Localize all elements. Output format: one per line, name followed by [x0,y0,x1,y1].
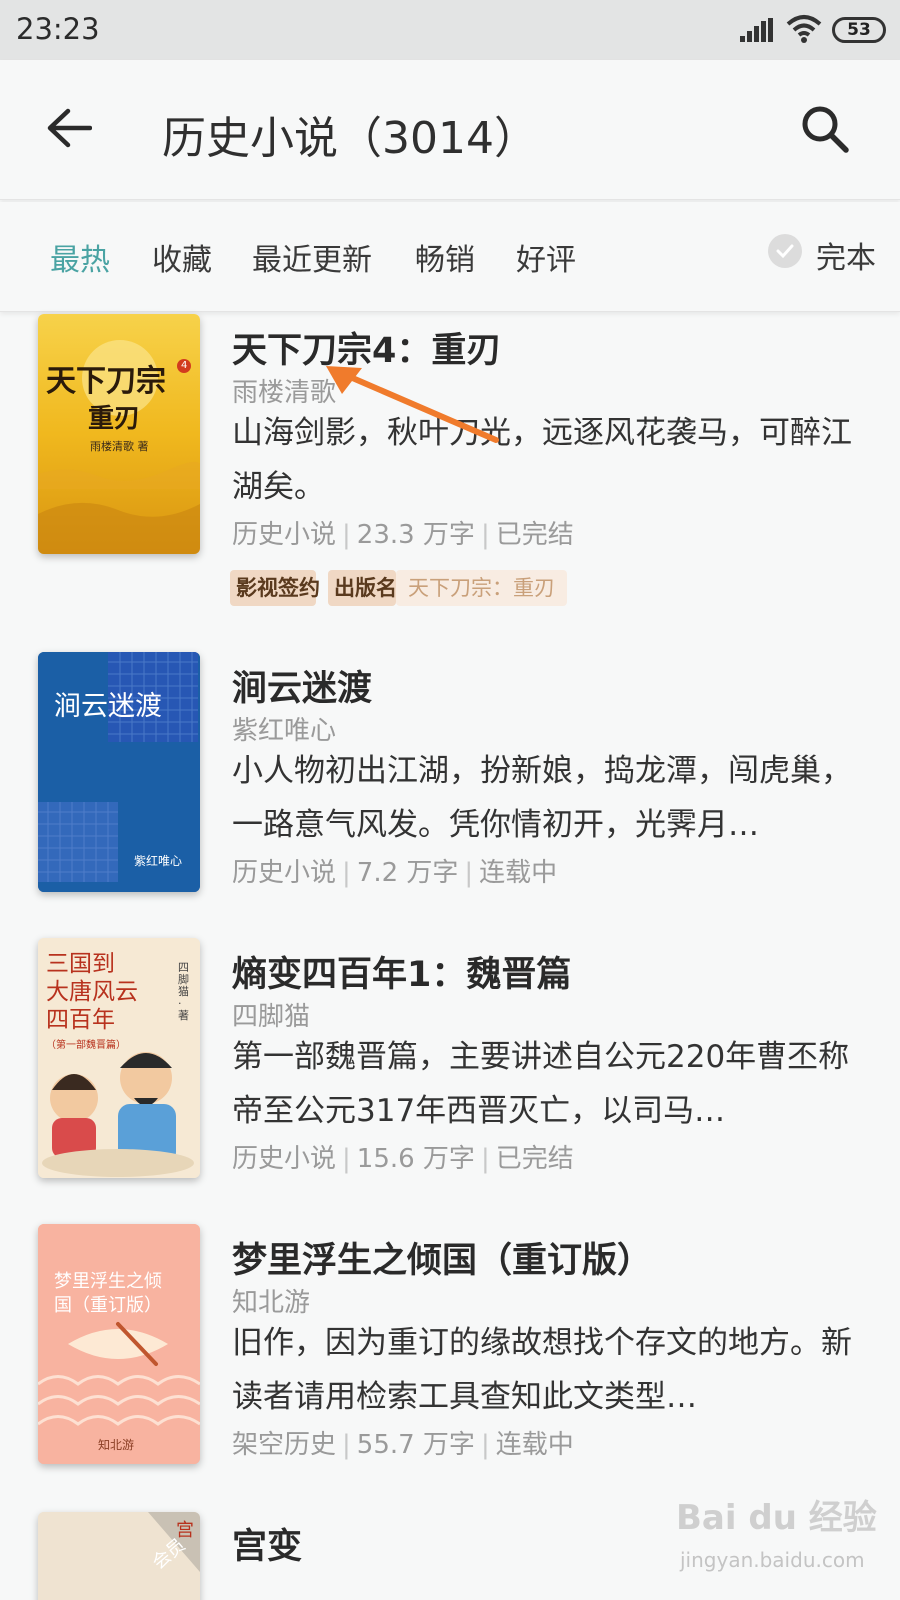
filter-tab-top-rated[interactable]: 好评 [516,235,576,279]
book-list-item[interactable]: 梦里浮生之倾 国（重订版） 知北游 梦里浮生之倾国（重订版） 知北游 旧作，因为… [0,1224,900,1514]
book-title[interactable]: 宫变 [232,1518,302,1569]
book-cover[interactable]: 天下刀宗 4 重刃 雨楼清歌 著 [38,314,200,554]
book-list-item[interactable]: 三国到 大唐风云 四百年 （第一部魏晋篇） 四脚猫·著 熵变四百年1：魏晋篇 四… [0,938,900,1228]
book-word-count: 23.3 万字 [356,520,475,550]
back-arrow-icon[interactable] [46,108,92,148]
book-status: 已完结 [495,1144,574,1174]
filter-tab-recent-update[interactable]: 最近更新 [252,235,372,279]
book-description: 旧作，因为重订的缘故想找个存文的地方。新读者请用检索工具查知此文类型… [232,1325,852,1415]
book-cover[interactable]: 涧云迷渡 紫红唯心 [38,652,200,892]
cover-author: 雨楼清歌 著 [90,440,149,453]
book-category: 架空历史 [232,1430,337,1460]
tag-publish-name: 天下刀宗：重刃 [396,570,567,606]
cover-author: 紫红唯心 [134,854,183,868]
book-description: 小人物初出江湖，扮新娘，捣龙潭，闯虎巢，一路意气风发。凭你情初开，光霁月… [232,753,852,843]
book-cover[interactable]: 宫 会员 [38,1512,200,1600]
book-cover[interactable]: 梦里浮生之倾 国（重订版） 知北游 [38,1224,200,1464]
filter-bar: 最热 收藏 最近更新 畅销 好评 完本 [0,202,900,312]
app-header: 历史小说（3014） [0,60,900,200]
arrow-annotation-icon [326,366,499,443]
filter-tab-favorites[interactable]: 收藏 [152,235,212,279]
filter-tab-bestseller[interactable]: 畅销 [415,235,475,279]
filter-tab-hot[interactable]: 最热 [50,235,110,279]
page-title: 历史小说（3014） [162,113,538,164]
book-meta: 架空历史 | 55.7 万字 | 连载中 [232,1430,574,1460]
status-bar: 23:23 53 [0,0,900,60]
book-author[interactable]: 四脚猫 [232,996,310,1033]
check-circle-icon [768,234,802,268]
cover-subtitle: （第一部魏晋篇） [46,1040,126,1051]
watermark-url: jingyan.baidu.com [680,1548,865,1572]
book-word-count: 55.7 万字 [356,1430,475,1460]
book-word-count: 7.2 万字 [356,858,459,888]
cover-title: 天下刀宗 [46,364,166,399]
book-category: 历史小说 [232,858,337,888]
book-list-item[interactable]: 天下刀宗 4 重刃 雨楼清歌 著 天下刀宗4：重刃 雨楼清歌 山海剑影，秋叶刀光… [0,314,900,604]
search-icon[interactable] [800,104,850,154]
book-meta: 历史小说 | 15.6 万字 | 已完结 [232,1144,574,1174]
cover-author: 四脚猫·著 [178,961,189,1022]
book-category: 历史小说 [232,520,337,550]
book-word-count: 15.6 万字 [356,1144,475,1174]
book-status: 连载中 [495,1430,574,1460]
book-title[interactable]: 熵变四百年1：魏晋篇 [232,946,571,997]
watermark-logo: Bai du 经验 [676,1498,877,1538]
tag-publish: 出版名 [328,570,397,606]
battery-indicator: 53 [832,17,886,43]
cover-subtitle: 重刃 [88,404,141,434]
book-meta: 历史小说 | 23.3 万字 | 已完结 [232,520,574,550]
wifi-icon [786,15,822,43]
cover-title: 三国到 大唐风云 四百年 [46,951,138,1033]
cover-title: 梦里浮生之倾 国（重订版） [54,1271,162,1316]
book-meta: 历史小说 | 7.2 万字 | 连载中 [232,858,558,888]
book-list-item[interactable]: 涧云迷渡 紫红唯心 涧云迷渡 紫红唯心 小人物初出江湖，扮新娘，捣龙潭，闯虎巢，… [0,652,900,942]
book-description: 第一部魏晋篇，主要讲述自公元220年曹丕称帝至公元317年西晋灭亡，以司马… [232,1039,850,1129]
book-category: 历史小说 [232,1144,337,1174]
tag-film-contract: 影视签约 [230,570,320,606]
book-title[interactable]: 涧云迷渡 [232,660,372,711]
cover-author: 知北游 [98,1438,135,1452]
book-author[interactable]: 紫红唯心 [232,710,336,747]
signal-icon [740,18,773,42]
book-author[interactable]: 知北游 [232,1282,310,1319]
complete-label: 完本 [816,241,876,276]
cover-title: 涧云迷渡 [54,691,162,722]
cover-badge: 4 [181,360,188,371]
book-status: 已完结 [495,520,574,550]
book-title[interactable]: 梦里浮生之倾国（重订版） [232,1232,652,1283]
book-status: 连载中 [479,858,558,888]
status-time: 23:23 [16,12,100,46]
baidu-watermark: Bai du 经验 jingyan.baidu.com [676,1490,886,1590]
book-cover[interactable]: 三国到 大唐风云 四百年 （第一部魏晋篇） 四脚猫·著 [38,938,200,1178]
